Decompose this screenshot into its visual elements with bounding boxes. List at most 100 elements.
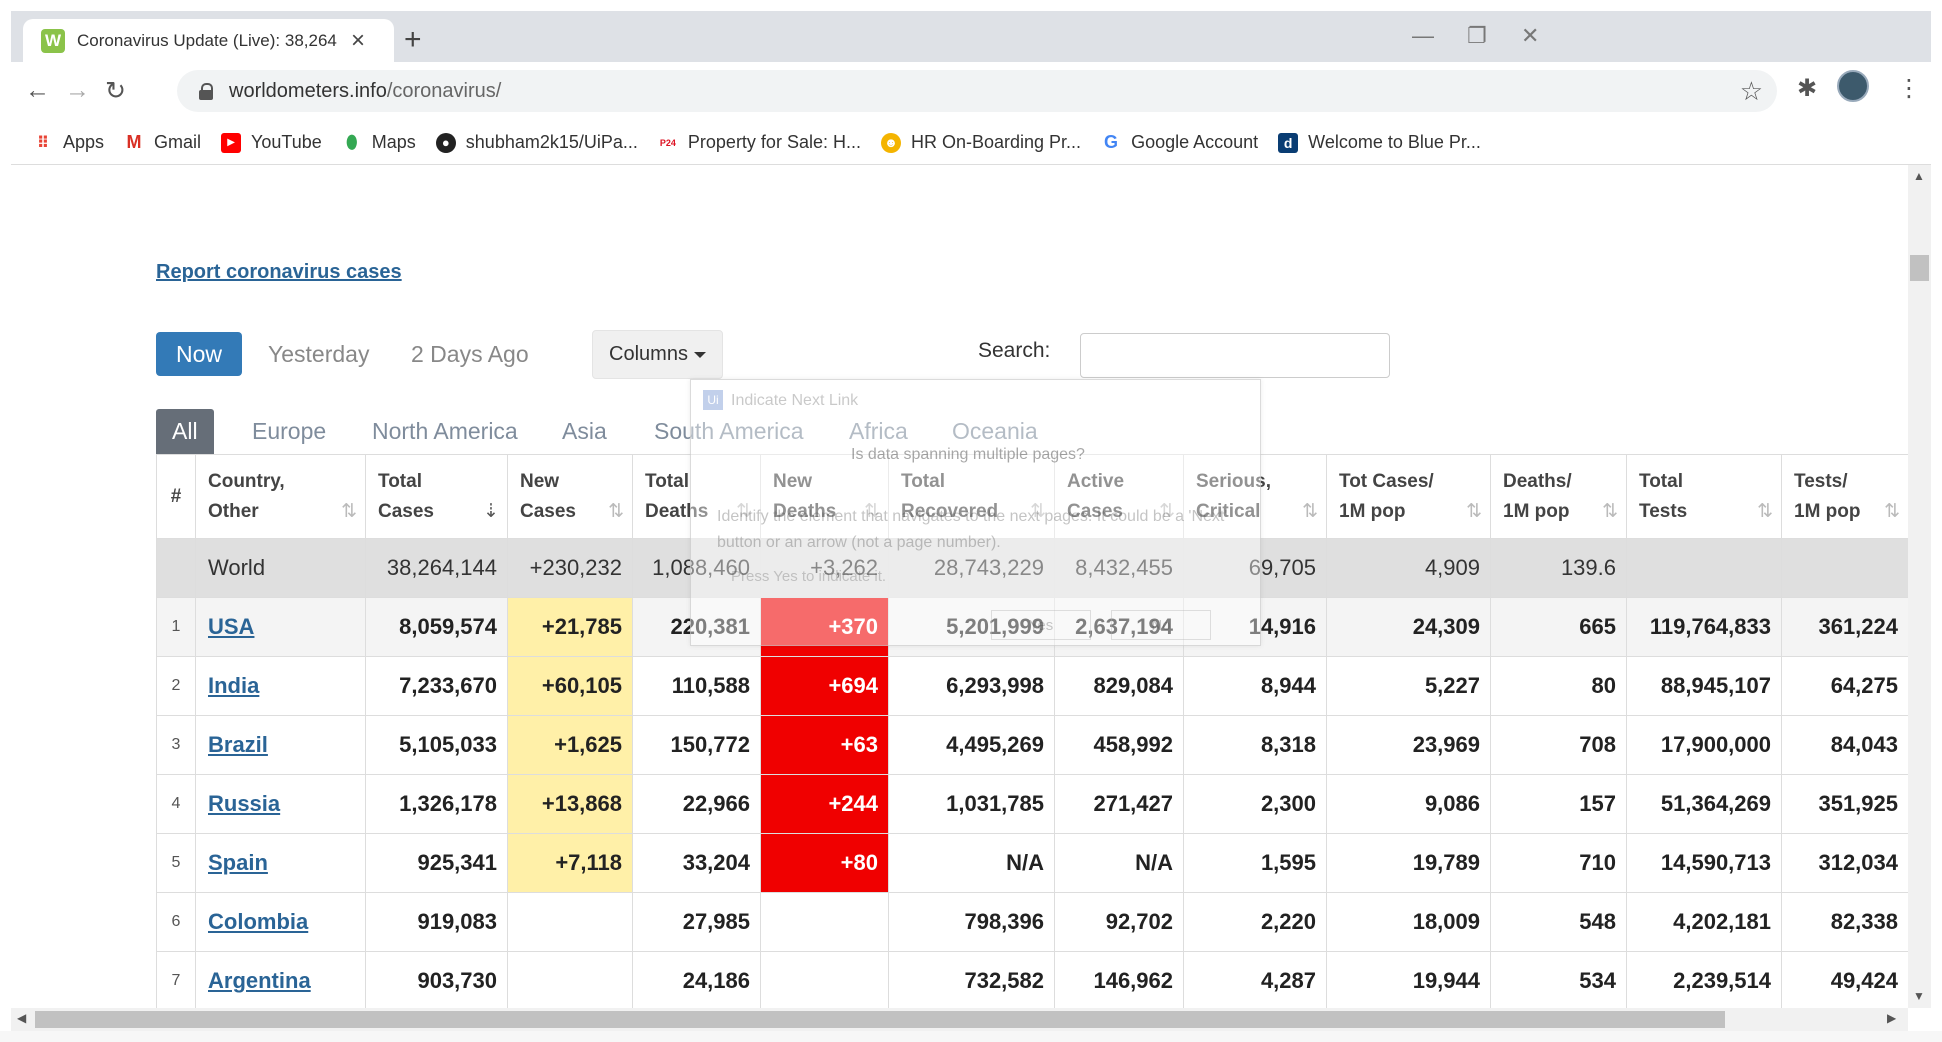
horizontal-scrollbar[interactable]: ◀ ▶ [11,1008,1908,1031]
tests-per-million-cell: 351,925 [1781,774,1908,834]
total-cases-cell: 8,059,574 [365,597,508,657]
dialog-no-button[interactable]: No [1111,610,1211,640]
profile-avatar[interactable] [1837,70,1869,102]
bookmark-blueprism[interactable]: d Welcome to Blue Pr... [1278,132,1481,153]
bookmark-hr[interactable]: ☻ HR On-Boarding Pr... [880,132,1082,153]
header-total-cases[interactable]: Total Cases ⇣ [365,454,508,539]
search-input[interactable] [1080,333,1390,378]
close-tab-icon[interactable]: × [351,28,365,53]
report-cases-link[interactable]: Report coronavirus cases [156,261,402,284]
bookmark-google-account[interactable]: G Google Account [1101,132,1258,153]
close-window-icon[interactable]: ✕ [1521,23,1539,49]
sort-icon: ⇅ [1602,501,1618,522]
active-cases-cell: N/A [1054,833,1184,893]
region-tab-asia[interactable]: Asia [562,409,607,454]
serious-critical-cell: 4,287 [1183,951,1327,1008]
country-link[interactable]: Spain [208,850,268,875]
bookmark-label: Maps [371,132,416,152]
new-cases-cell: +1,625 [507,715,633,775]
back-icon[interactable]: ← [25,76,50,105]
bookmarks-bar: ⠿ Apps M Gmail ▶ YouTube ⬮ Maps ● shubha… [11,121,1931,165]
country-cell: World [195,538,366,598]
country-link[interactable]: Brazil [208,732,268,757]
dialog-yes-button[interactable]: Yes [991,610,1091,640]
region-tab-north-america[interactable]: North America [372,409,518,454]
tests-per-million-cell: 312,034 [1781,833,1908,893]
address-bar[interactable]: worldometers.info/coronavirus/ ☆ [177,70,1777,112]
bookmark-maps[interactable]: ⬮ Maps [342,132,416,153]
total-tests-cell: 14,590,713 [1626,833,1782,893]
new-deaths-cell [760,892,889,952]
scroll-right-icon[interactable]: ▶ [1887,1011,1896,1025]
header-tests-per-million[interactable]: Tests/1M pop ⇅ [1781,454,1908,539]
total-tests-cell: 17,900,000 [1626,715,1782,775]
sort-desc-icon: ⇣ [483,501,499,522]
youtube-icon: ▶ [221,132,242,153]
new-tab-icon[interactable]: + [404,23,422,57]
forward-icon[interactable]: → [65,76,90,105]
total-tests-cell: 2,239,514 [1626,951,1782,1008]
country-link[interactable]: Argentina [208,968,311,993]
country-link[interactable]: Russia [208,791,280,816]
columns-dropdown-button[interactable]: Columns [592,330,723,379]
scroll-down-icon[interactable]: ▼ [1913,989,1925,1003]
country-link[interactable]: Colombia [208,909,308,934]
bookmark-apps[interactable]: ⠿ Apps [33,132,104,153]
header-country[interactable]: Country, Other ⇅ [195,454,366,539]
header-deaths-per-million[interactable]: Deaths/1M pop ⇅ [1490,454,1627,539]
total-deaths-cell: 110,588 [632,656,761,716]
gmail-icon: M [126,132,142,152]
tab-2-days-ago[interactable]: 2 Days Ago [411,332,529,376]
tab-yesterday[interactable]: Yesterday [268,332,369,376]
country-link[interactable]: USA [208,614,254,639]
tab-now[interactable]: Now [156,332,243,376]
header-rank[interactable]: # [156,454,196,539]
vertical-scroll-thumb[interactable] [1910,255,1929,281]
p24-icon: P24 [659,137,676,148]
active-cases-cell: 92,702 [1054,892,1184,952]
minimize-window-icon[interactable]: — [1412,23,1434,49]
header-total-tests[interactable]: Total Tests ⇅ [1626,454,1782,539]
restore-window-icon[interactable]: ❐ [1467,23,1487,49]
tests-per-million-cell: 49,424 [1781,951,1908,1008]
header-cases-per-million[interactable]: Tot Cases/1M pop ⇅ [1326,454,1491,539]
bookmark-label: Google Account [1131,132,1259,152]
bookmark-gmail[interactable]: M Gmail [124,132,202,153]
horizontal-scroll-thumb[interactable] [35,1011,1725,1028]
github-icon: ● [435,132,456,153]
bookmark-star-icon[interactable]: ☆ [1740,76,1763,107]
cases-per-million-cell: 24,309 [1326,597,1491,657]
bookmark-label: Apps [63,132,105,152]
total-recovered-cell: N/A [888,833,1055,893]
new-cases-cell: +7,118 [507,833,633,893]
caret-down-icon [693,351,706,358]
scroll-up-icon[interactable]: ▲ [1913,169,1925,183]
region-tab-all[interactable]: All [156,409,214,454]
worldometers-favicon-icon: W [41,28,65,53]
extensions-icon[interactable]: ✱ [1797,74,1817,103]
rank-cell [156,538,196,598]
sort-icon: ⇅ [341,501,357,522]
vertical-scrollbar[interactable]: ▲ ▼ [1908,165,1931,1008]
browser-tab[interactable]: W Coronavirus Update (Live): 38,264, × [23,19,394,62]
new-cases-cell: +13,868 [507,774,633,834]
bookmark-property[interactable]: P24 Property for Sale: H... [658,132,861,153]
bookmark-label: HR On-Boarding Pr... [910,132,1082,152]
total-cases-cell: 925,341 [365,833,508,893]
bookmark-github[interactable]: ● shubham2k15/UiPa... [435,132,638,153]
bookmark-youtube[interactable]: ▶ YouTube [221,132,322,153]
cases-per-million-cell: 19,944 [1326,951,1491,1008]
bookmark-label: shubham2k15/UiPa... [465,132,638,152]
country-cell: Spain [195,833,366,893]
indicate-next-link-dialog: Ui Indicate Next Link Is data spanning m… [690,379,1261,646]
reload-icon[interactable]: ↻ [105,76,126,106]
cases-per-million-cell: 9,086 [1326,774,1491,834]
region-tab-europe[interactable]: Europe [252,409,326,454]
scroll-left-icon[interactable]: ◀ [17,1011,26,1025]
country-link[interactable]: India [208,673,259,698]
new-deaths-cell: +244 [760,774,889,834]
address-url: worldometers.info/coronavirus/ [229,79,502,102]
menu-kebab-icon[interactable]: ⋮ [1897,74,1921,103]
header-new-cases[interactable]: New Cases ⇅ [507,454,633,539]
total-tests-cell: 51,364,269 [1626,774,1782,834]
